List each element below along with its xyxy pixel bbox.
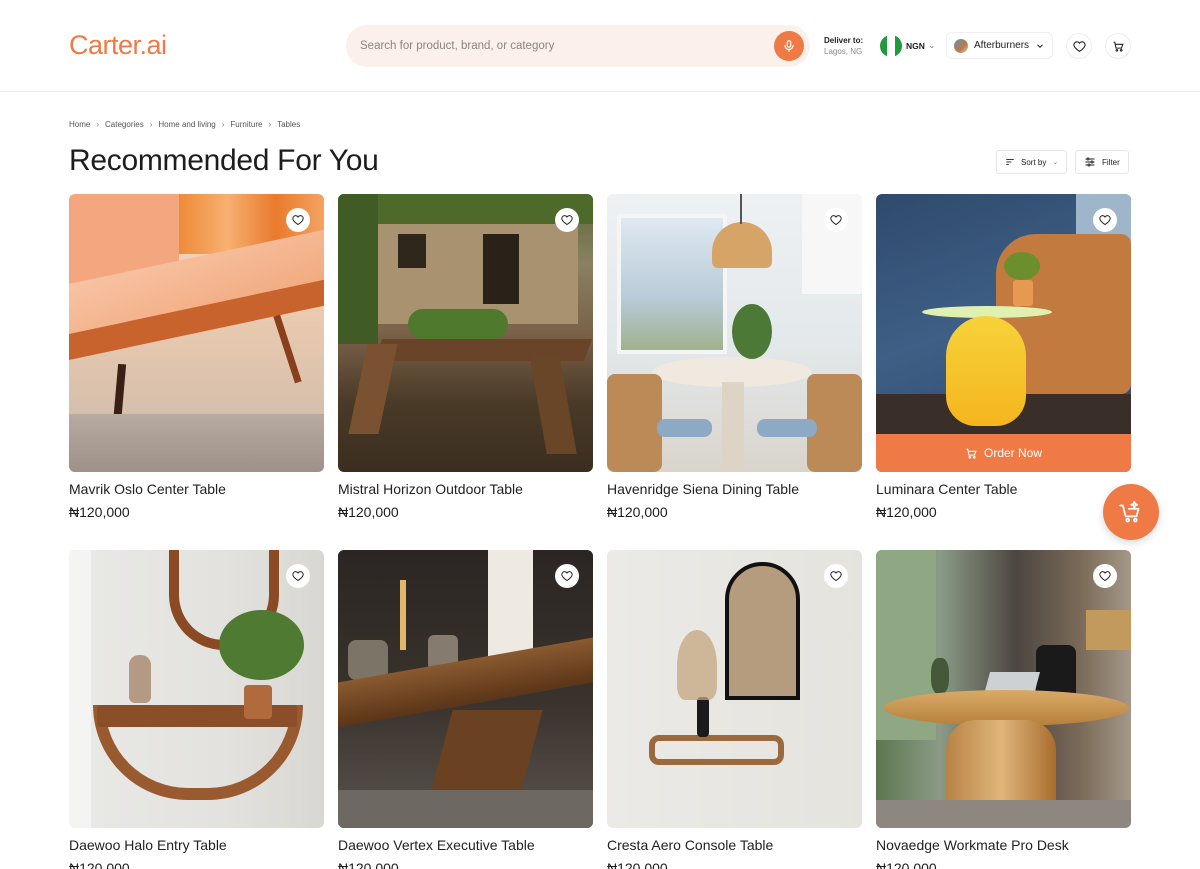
product-image[interactable] [607,194,862,472]
wishlist-toggle[interactable] [1093,564,1117,588]
order-now-label: Order Now [983,446,1042,460]
product-image[interactable]: Order Now [876,194,1131,472]
product-price: ₦120,000 [876,504,937,520]
wishlist-toggle[interactable] [555,564,579,588]
filter-label: Filter [1102,157,1120,167]
heart-icon [561,571,573,582]
delivery-location[interactable]: Deliver to: Lagos, NG [824,35,863,57]
product-price: ₦120,000 [607,504,668,520]
heart-icon [292,215,304,226]
chevron-down-icon: ⌄ [928,43,935,50]
breadcrumb: Home › Categories › Home and living › Fu… [69,120,300,129]
product-name[interactable]: Mistral Horizon Outdoor Table [338,481,523,497]
product-image[interactable] [69,550,324,828]
breadcrumb-furniture[interactable]: Furniture [230,120,262,129]
chevron-right-icon: › [221,120,225,129]
product-card[interactable]: Daewoo Halo Entry Table ₦120,000 [69,550,324,869]
breadcrumb-tables[interactable]: Tables [277,120,300,129]
breadcrumb-home-and-living[interactable]: Home and living [158,120,215,129]
product-price: ₦120,000 [338,860,399,869]
wishlist-button[interactable] [1066,33,1092,59]
cart-icon [966,448,977,459]
chevron-right-icon: › [268,120,272,129]
page-title: Recommended For You [69,144,379,177]
chevron-right-icon: › [96,120,100,129]
search-input[interactable] [360,36,760,56]
deliver-label: Deliver to: [824,36,864,45]
wishlist-toggle[interactable] [824,564,848,588]
product-card[interactable]: Havenridge Siena Dining Table ₦120,000 [607,194,862,520]
product-price: ₦120,000 [338,504,399,520]
heart-icon [1072,40,1086,52]
heart-icon [1099,215,1111,226]
product-price: ₦120,000 [69,504,130,520]
currency-code: NGN [906,41,925,51]
heart-icon [1099,571,1111,582]
wishlist-toggle[interactable] [286,564,310,588]
voice-search-button[interactable] [774,31,804,61]
brand-logo[interactable]: Carter.ai [69,30,167,61]
product-name[interactable]: Mavrik Oslo Center Table [69,481,226,497]
nigeria-flag-icon [880,35,902,57]
user-menu[interactable]: Afterburners [946,32,1053,59]
product-card[interactable]: Novaedge Workmate Pro Desk ₦120,000 [876,550,1131,869]
wishlist-toggle[interactable] [555,208,579,232]
chevron-down-icon: ⌄ [1052,159,1059,166]
product-card[interactable]: Mavrik Oslo Center Table ₦120,000 [69,194,324,520]
chevron-down-icon [1037,43,1043,48]
cart-icon [1113,41,1124,52]
product-image[interactable] [338,194,593,472]
sort-label: Sort by [1021,157,1047,167]
product-card[interactable]: Cresta Aero Console Table ₦120,000 [607,550,862,869]
product-card[interactable]: Daewoo Vertex Executive Table ₦120,000 [338,550,593,869]
filter-button[interactable]: Filter [1075,150,1129,174]
product-image[interactable] [607,550,862,828]
product-image[interactable] [876,550,1131,828]
chevron-right-icon: › [149,120,153,129]
breadcrumb-home[interactable]: Home [69,120,90,129]
order-now-button[interactable]: Order Now [876,434,1131,472]
product-name[interactable]: Daewoo Halo Entry Table [69,837,227,853]
product-image[interactable] [338,550,593,828]
sparkle-cart-icon [1119,500,1140,523]
ai-cart-button[interactable] [1103,484,1159,540]
product-name[interactable]: Daewoo Vertex Executive Table [338,837,535,853]
product-price: ₦120,000 [69,860,130,869]
wishlist-toggle[interactable] [1093,208,1117,232]
user-name: Afterburners [974,40,1030,51]
sort-icon [1006,159,1014,165]
product-name[interactable]: Havenridge Siena Dining Table [607,481,799,497]
product-name[interactable]: Luminara Center Table [876,481,1017,497]
cart-button[interactable] [1105,33,1131,59]
filter-icon [1085,157,1095,167]
product-image[interactable] [69,194,324,472]
heart-icon [830,571,842,582]
heart-icon [830,215,842,226]
product-card[interactable]: Mistral Horizon Outdoor Table ₦120,000 [338,194,593,520]
sort-button[interactable]: Sort by ⌄ [996,150,1068,174]
product-name[interactable]: Cresta Aero Console Table [607,837,773,853]
product-price: ₦120,000 [876,860,937,869]
product-name[interactable]: Novaedge Workmate Pro Desk [876,837,1069,853]
heart-icon [292,571,304,582]
avatar [954,38,968,53]
breadcrumb-categories[interactable]: Categories [105,120,144,129]
heart-icon [561,215,573,226]
product-price: ₦120,000 [607,860,668,869]
product-card[interactable]: Order Now Luminara Center Table ₦120,000 [876,194,1131,520]
microphone-icon [784,40,794,52]
deliver-location-text: Lagos, NG [824,47,863,56]
currency-selector[interactable]: NGN ⌄ [880,34,935,58]
top-header: Carter.ai Deliver to: Lagos, NG NGN ⌄ Af… [0,0,1200,92]
search-bar [346,25,810,67]
wishlist-toggle[interactable] [824,208,848,232]
wishlist-toggle[interactable] [286,208,310,232]
